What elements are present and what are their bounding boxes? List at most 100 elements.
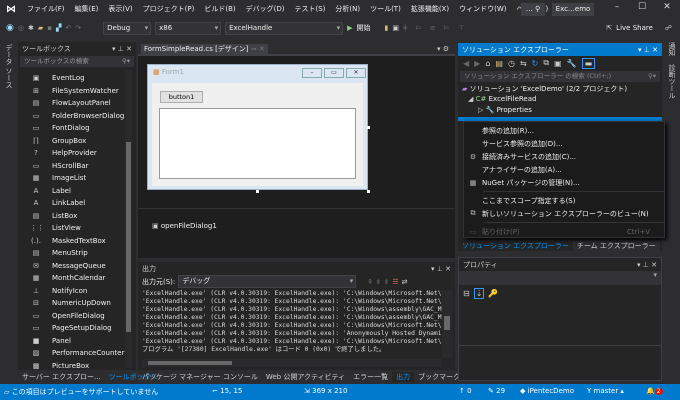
toolbox-item[interactable]: ▭ OpenFileDialog <box>18 310 136 323</box>
pin-icon[interactable]: ⊥ <box>437 265 443 273</box>
context-menu-item[interactable]: ここまでスコープ指定する(S) <box>464 194 664 207</box>
tab-error-list[interactable]: エラー一覧 <box>349 372 392 382</box>
toolbox-item[interactable]: (.). MaskedTextBox <box>18 235 136 248</box>
property-pages-icon[interactable]: 🔑 <box>488 289 498 298</box>
close-button[interactable]: ✕ <box>658 2 676 16</box>
configuration-dropdown[interactable]: Debug <box>103 21 152 35</box>
menu-item-paste[interactable]: ▭ 貼り付け(P) Ctrl+V <box>464 225 664 238</box>
back-icon[interactable]: ◀ <box>463 59 469 68</box>
context-menu-item[interactable]: サービス参照の追加(D)... <box>464 137 664 150</box>
form-minimize-button[interactable]: – <box>302 68 322 78</box>
scrollbar-thumb[interactable] <box>444 316 450 330</box>
search-button[interactable]: … ⚲ <box>521 3 545 16</box>
clear-all-icon[interactable]: ☰ <box>392 278 398 286</box>
menu-analyze[interactable]: 分析(N) <box>330 4 365 14</box>
openfiledialog1-component[interactable]: ▣ openFileDialog1 <box>152 222 217 230</box>
find-icon[interactable]: ▮ <box>385 24 389 32</box>
save-icon[interactable]: ▪ <box>47 24 52 32</box>
open-file-icon[interactable]: ▰ <box>38 24 43 32</box>
toolbox-item[interactable]: ▣ EventLog <box>18 72 136 85</box>
close-icon[interactable]: ✕ <box>651 261 657 269</box>
tree-item-project[interactable]: ◢ C# ExcelFileRead <box>462 95 662 106</box>
output-vscrollbar[interactable] <box>442 290 452 358</box>
tab-diagnostic-tools[interactable]: 診断ツール <box>667 64 677 99</box>
toolbox-item[interactable]: A LinkLabel <box>18 197 136 210</box>
toolbox-item[interactable]: ? HelpProvider <box>18 147 136 160</box>
context-menu-item[interactable]: ⧉ 新しいソリューション エクスプローラーのビュー(N) <box>464 207 664 220</box>
dropdown-icon[interactable]: ▾ <box>431 265 435 273</box>
notifications[interactable]: 🔔 2 <box>646 387 663 395</box>
close-icon[interactable]: ✕ <box>445 265 451 273</box>
screenshot-icon[interactable]: ▣ <box>392 24 399 32</box>
back-icon[interactable]: ◉ <box>6 23 14 33</box>
start-icon[interactable]: ▶ <box>347 24 352 32</box>
toolbox-item[interactable]: ▤ MenuStrip <box>18 247 136 260</box>
toolbox-item[interactable]: ⊟ NumericUpDown <box>18 297 136 310</box>
home-icon[interactable]: ⌂ <box>485 59 490 68</box>
toolbox-item[interactable]: ⋮⋮ ListView <box>18 222 136 235</box>
show-all-files-icon[interactable]: ▣ <box>554 59 562 68</box>
pin-icon[interactable]: ⊥ <box>644 46 650 54</box>
toolbox-item[interactable]: ▭ PageSetupDialog <box>18 322 136 335</box>
toolbox-item[interactable]: ▨ PerformanceCounter <box>18 347 136 360</box>
button1[interactable]: button1 <box>160 91 203 103</box>
menu-edit[interactable]: 編集(E) <box>70 4 104 14</box>
tab-options-icon[interactable]: ▾ ⚙ <box>437 42 449 56</box>
menu-extensions[interactable]: 拡張機能(X) <box>406 4 454 14</box>
toolbox-item[interactable]: ▤ FlowLayoutPanel <box>18 97 136 110</box>
output-toolbar-icons[interactable]: ⇞ ⇟ ⇟ <box>367 278 389 286</box>
minimize-button[interactable]: – <box>608 2 626 16</box>
undo-icon[interactable]: ↶ <box>65 24 71 32</box>
menu-tools[interactable]: ツール(T) <box>365 4 406 14</box>
data-sources-tab[interactable]: データ ソース <box>4 44 14 88</box>
refresh-icon[interactable]: ↻ <box>532 59 539 68</box>
context-menu-item[interactable]: 参照の追加(R)... <box>464 124 664 137</box>
repository[interactable]: ◆ iPentecDemo <box>520 387 574 395</box>
categorized-icon[interactable]: ⊟ <box>463 289 470 298</box>
start-button[interactable]: 開始 <box>357 23 371 33</box>
layout-align-icons[interactable]: ╪ ⊨ ≡ ⊨ ⊤ <box>403 24 467 32</box>
tab-server-explorer[interactable]: サーバー エクスプロー... <box>18 372 105 382</box>
form-close-button[interactable]: ✕ <box>346 68 366 78</box>
form-maximize-button[interactable]: ▭ <box>324 68 344 78</box>
close-icon[interactable]: ✕ <box>126 45 132 53</box>
alphabetical-icon[interactable]: ⇣ <box>473 287 485 299</box>
tab-notifications[interactable]: 通知 <box>667 42 677 56</box>
tree-item-solution[interactable]: ▰ ソリューション 'ExcelDemo' (2/2 プロジェクト) <box>462 84 662 95</box>
forward-icon[interactable]: ▶ <box>474 59 480 68</box>
textbox[interactable] <box>159 108 356 179</box>
close-tab-icon[interactable]: ✕ <box>259 45 265 53</box>
toolbox-item[interactable]: ⊞ FileSystemWatcher <box>18 85 136 98</box>
startup-project-dropdown[interactable]: ExcelHandle <box>225 21 344 35</box>
toolbox-item[interactable]: ▭ FolderBrowserDialog <box>18 110 136 123</box>
scrollbar-thumb[interactable] <box>126 142 131 332</box>
menu-view[interactable]: 表示(V) <box>103 4 137 14</box>
dropdown-icon[interactable]: ▾ <box>637 261 641 269</box>
tree-item-properties[interactable]: ▷ 🔧 Properties <box>462 106 662 117</box>
platform-dropdown[interactable]: x86 <box>155 21 222 35</box>
toolbox-item[interactable]: ▦ MonthCalendar <box>18 272 136 285</box>
dropdown-icon[interactable]: ▾ <box>638 46 642 54</box>
properties-icon[interactable]: 🔧 <box>567 59 577 68</box>
toolbox-scrollbar[interactable] <box>125 70 132 368</box>
object-selector-dropdown[interactable]: ▾ <box>459 271 661 285</box>
toolbox-item[interactable]: ▦ ImageList <box>18 172 136 185</box>
tab-package-manager-console[interactable]: パッケージ マネージャー コンソール <box>138 372 262 382</box>
output-hscrollbar[interactable] <box>142 359 442 367</box>
solution-search-input[interactable]: ソリューション エクスプローラー の検索 (Ctrl+;) ⚲▾ <box>460 71 660 82</box>
menu-test[interactable]: テスト(S) <box>289 4 330 14</box>
resize-handle-corner[interactable] <box>367 190 370 193</box>
scrollbar-thumb[interactable] <box>148 361 232 365</box>
form1-window[interactable]: ▦ Form1 – ▭ ✕ button1 <box>147 64 368 190</box>
unpushed-commits[interactable]: ↑ 0 <box>459 387 472 395</box>
feedback-icon[interactable]: ☍ <box>665 24 672 32</box>
pin-icon[interactable]: ⊥ <box>118 45 124 53</box>
pin-icon[interactable]: ⊸ <box>251 45 257 53</box>
toolbox-item[interactable]: ■ Panel <box>18 335 136 348</box>
tab-team-explorer[interactable]: チーム エクスプローラー <box>572 240 660 251</box>
tab-web-publish[interactable]: Web 公開アクティビティ <box>262 372 349 382</box>
menu-file[interactable]: ファイル(F) <box>22 4 70 14</box>
context-menu-item[interactable]: ▦ NuGet パッケージの管理(N)... <box>464 176 664 189</box>
word-wrap-icon[interactable]: ⇄ <box>402 278 408 286</box>
save-all-icon[interactable]: ▞ <box>56 24 61 32</box>
